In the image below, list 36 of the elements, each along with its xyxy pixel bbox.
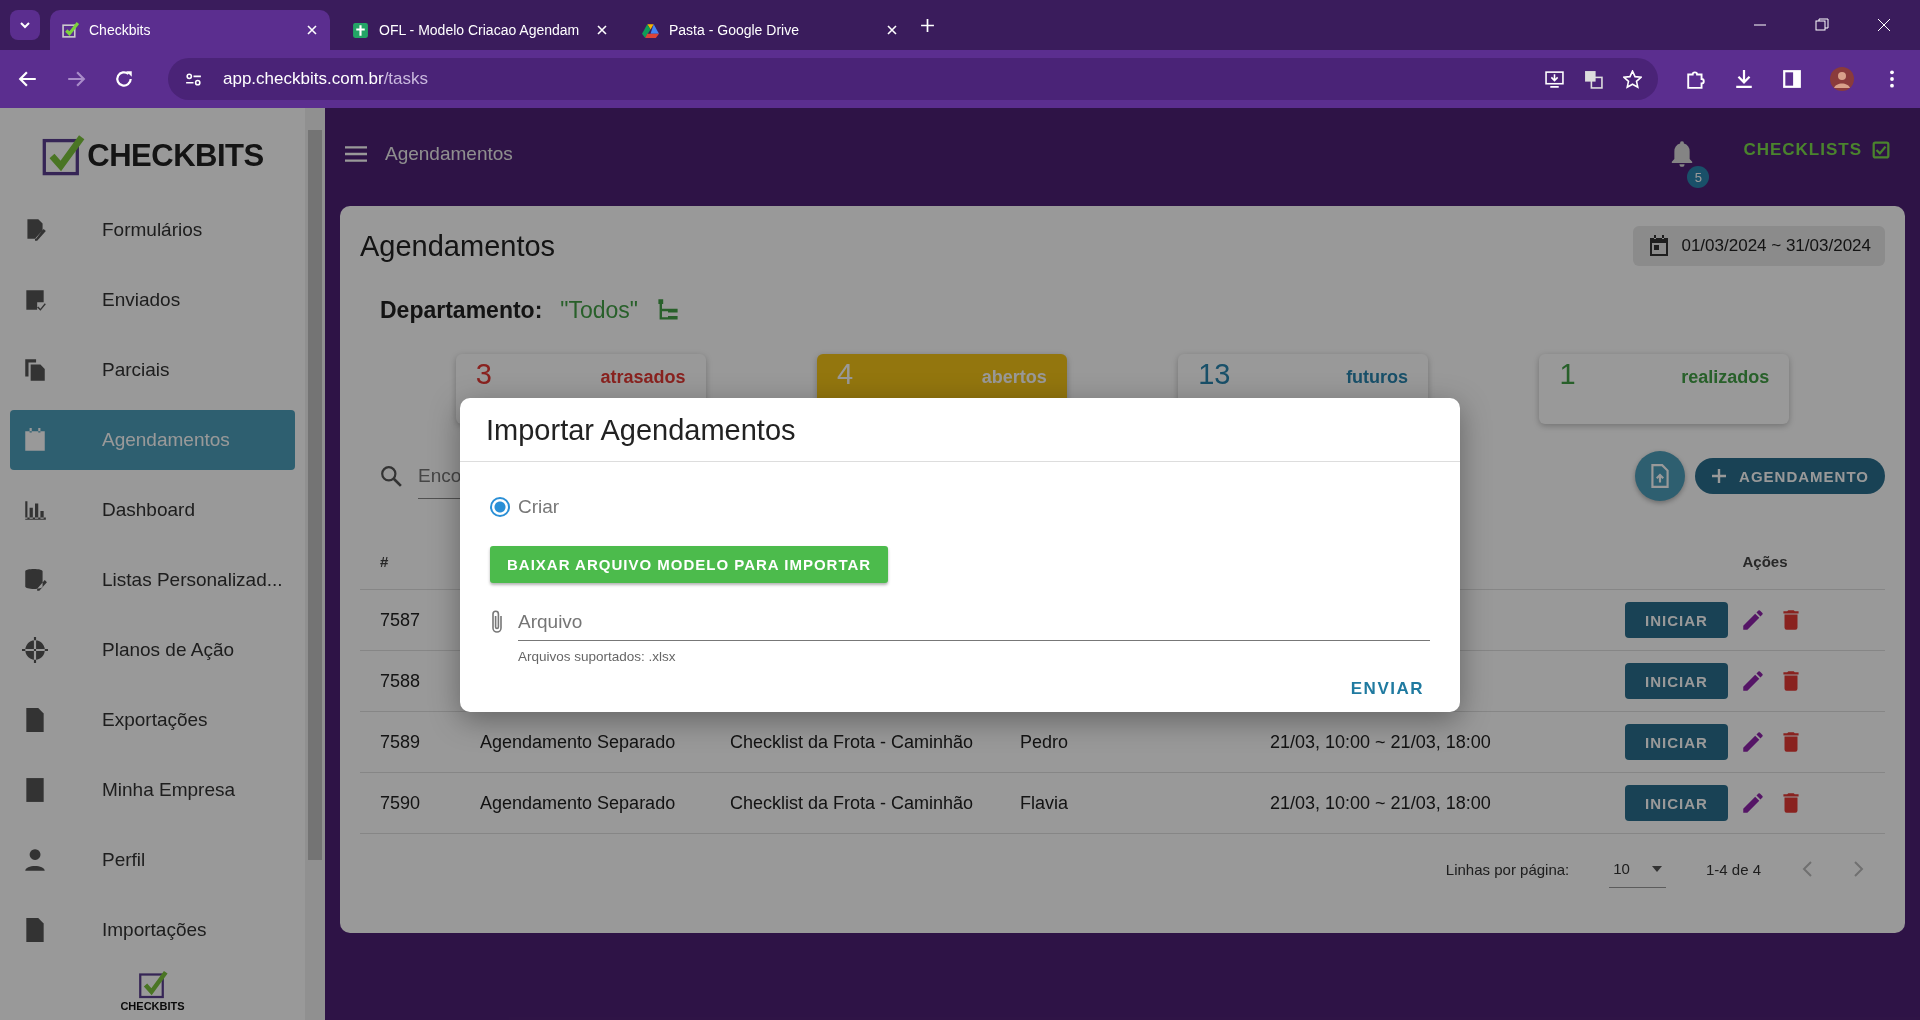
page-range: 1-4 de 4 [1705, 860, 1761, 878]
stat-count: 1 [1559, 360, 1576, 389]
checkbits-logo: CHECKBITS [10, 970, 295, 1012]
stat-count: 4 [836, 360, 853, 389]
table-cell-text: Agendamento Separado [479, 792, 677, 814]
table-cell-text: 21/03, 10:00 ~ 21/03, 18:00 [1269, 731, 1492, 753]
table-cell-text: Checklist da Frota - Caminhão [729, 792, 975, 814]
rows-per-page-label: Linhas por página: [1445, 860, 1570, 878]
column-header: Ações [1741, 553, 1789, 570]
page-title: Agendamentos [385, 143, 513, 165]
tab-title: OFL - Modelo Criacao Agendam [379, 22, 581, 38]
table-cell-text: 7588 [379, 670, 422, 692]
column-header: # [379, 553, 390, 570]
tab-title: Checkbits [89, 22, 152, 38]
stat-label: atrasados [600, 368, 686, 386]
stat-count: 3 [475, 360, 492, 389]
checkbits-logo: CHECKBITS [10, 116, 295, 196]
table-cell-text: Pedro [1019, 731, 1070, 753]
dialog-title: Importar Agendamentos [460, 398, 1460, 462]
table-cell-text: 21/03, 10:00 ~ 21/03, 18:00 [1269, 792, 1492, 814]
table-cell-text: Agendamento Separado [479, 731, 677, 753]
table-cell-text: 7587 [379, 609, 422, 631]
table-cell-text: Checklist da Frota - Caminhão [729, 731, 975, 753]
tab-title: Pasta - Google Drive [669, 22, 800, 38]
url-text: app.checkbits.com.br/tasks [223, 69, 429, 89]
stat-count: 13 [1198, 360, 1231, 389]
stat-label: abertos [981, 368, 1047, 386]
section-title: Agendamentos [360, 229, 556, 263]
table-cell-text: 7590 [379, 792, 422, 814]
department-label: Departamento: [380, 296, 543, 324]
table-cell-text: Flavia [1019, 792, 1069, 814]
stat-label: realizados [1681, 368, 1770, 386]
field-hint: Arquivos suportados: .xlsx [518, 649, 677, 664]
stat-label: futuros [1346, 368, 1409, 386]
notification-badge: 5 [1687, 166, 1710, 188]
table-cell-text: 7589 [379, 731, 422, 753]
